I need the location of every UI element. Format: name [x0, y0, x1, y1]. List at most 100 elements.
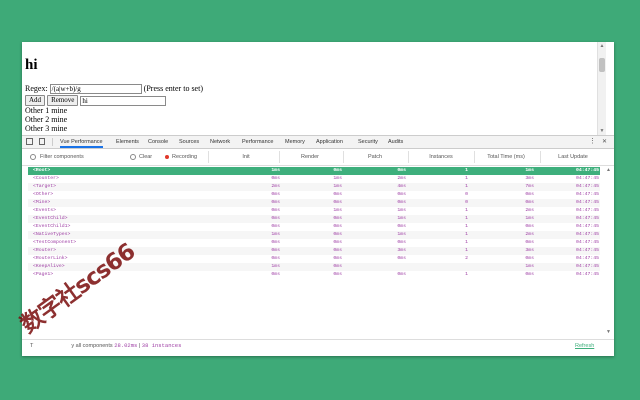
table-row[interactable]: <Counter> 0ms 1ms 2ms 1 3ms 04:47:45 [28, 175, 600, 183]
new-item-input[interactable]: hi [80, 95, 167, 106]
init-time: 1ms [271, 232, 280, 237]
tab-memory[interactable]: Memory [285, 136, 305, 148]
table-row[interactable]: <EventChild> 0ms 0ms 1ms 1 1ms 04:47:45 [28, 215, 600, 223]
recording-toggle[interactable]: Recording [165, 149, 197, 165]
total-time: 1ms [525, 216, 534, 221]
close-icon[interactable]: ✕ [602, 136, 607, 148]
add-button[interactable]: Add [25, 95, 46, 106]
table-row[interactable]: <Events> 0ms 1ms 1ms 1 2ms 04:47:45 [28, 207, 600, 215]
instance-count: 1 [465, 224, 468, 229]
column-header-init[interactable]: Init [215, 149, 277, 165]
total-time: 7ms [525, 184, 534, 189]
table-row[interactable]: <Mine> 0ms 0ms 0ms 0 0ms 04:47:45 [28, 199, 600, 207]
tab-security[interactable]: Security [358, 136, 378, 148]
scroll-down-icon[interactable]: ▼ [599, 128, 605, 134]
filter-components-input[interactable]: Filter components [30, 149, 84, 165]
render-time: 0ms [333, 216, 342, 221]
table-scrollbar[interactable]: ▲ ▼ [606, 167, 612, 337]
last-update: 04:47:45 [576, 264, 600, 269]
component-name: <Root> [33, 168, 51, 173]
component-name: <Mine> [33, 200, 51, 205]
component-name: <Page1> [33, 272, 54, 277]
perf-toolbar: Filter components Clear Recording Init R… [22, 149, 614, 166]
footer-total-time: 28.02ms [114, 342, 138, 349]
instance-count: 1 [465, 208, 468, 213]
component-name: <Other> [33, 192, 54, 197]
list-item: Other 1 mine [25, 106, 68, 115]
last-update: 04:47:45 [576, 256, 600, 261]
column-header-render[interactable]: Render [279, 149, 341, 165]
last-update: 04:47:45 [576, 272, 600, 277]
patch-time: 0ms [397, 272, 406, 277]
column-header-instances[interactable]: Instances [410, 149, 472, 165]
total-time: 0ms [525, 192, 534, 197]
tab-audits[interactable]: Audits [388, 136, 403, 148]
inspect-element-icon[interactable] [26, 138, 33, 145]
total-time: 0ms [525, 272, 534, 277]
table-row[interactable]: <Root> 1ms 0ms 0ms 1 1ms 04:47:45 [28, 167, 600, 175]
add-remove-row: Add Remove hi [25, 95, 167, 106]
instance-count: 1 [465, 176, 468, 181]
regex-input[interactable]: /(a|w+b)/g [49, 84, 142, 95]
table-row[interactable]: <Other> 0ms 0ms 0ms 0 0ms 04:47:45 [28, 191, 600, 199]
tab-elements[interactable]: Elements [116, 136, 139, 148]
tab-divider [52, 138, 53, 146]
record-icon [165, 154, 169, 159]
table-row[interactable]: <EventChild1> 0ms 0ms 0ms 1 0ms 04:47:45 [28, 223, 600, 231]
total-time: 0ms [525, 240, 534, 245]
tab-console[interactable]: Console [148, 136, 168, 148]
init-time: 0ms [271, 240, 280, 245]
device-toolbar-icon[interactable] [39, 138, 45, 145]
search-icon [30, 153, 36, 160]
regex-hint: (Press enter to set) [143, 84, 203, 93]
total-time: 1ms [525, 168, 534, 173]
render-time: 0ms [333, 256, 342, 261]
total-time: 3ms [525, 248, 534, 253]
component-name: <Target> [33, 184, 57, 189]
init-time: 2ms [271, 184, 280, 189]
total-time: 1ms [525, 264, 534, 269]
total-time: 2ms [525, 232, 534, 237]
column-header-patch[interactable]: Patch [344, 149, 406, 165]
footer-text: y all components [71, 343, 113, 349]
page-scrollbar[interactable]: ▲ ▼ [597, 42, 606, 135]
init-time: 0ms [271, 216, 280, 221]
instance-count: 2 [465, 256, 468, 261]
tab-application[interactable]: Application [316, 136, 343, 148]
total-time: 0ms [525, 224, 534, 229]
scroll-up-icon[interactable]: ▲ [606, 167, 611, 173]
instance-count: 0 [465, 200, 468, 205]
remove-button[interactable]: Remove [47, 95, 79, 106]
patch-time: 0ms [397, 168, 406, 173]
scrollbar-thumb[interactable] [599, 58, 605, 72]
component-name: <Events> [33, 208, 57, 213]
regex-label: Regex: [25, 84, 48, 93]
tab-network[interactable]: Network [210, 136, 230, 148]
clear-button[interactable]: Clear [130, 149, 152, 165]
tab-vue-performance[interactable]: Vue Performance [60, 136, 103, 148]
clear-icon [130, 153, 136, 160]
browser-window: hi Regex: /(a|w+b)/g (Press enter to set… [22, 42, 614, 356]
column-header-last-update[interactable]: Last Update [542, 149, 604, 165]
refresh-link[interactable]: Refresh [575, 340, 594, 352]
render-time: 0ms [333, 200, 342, 205]
last-update: 04:47:45 [576, 248, 600, 253]
patch-time: 1ms [397, 232, 406, 237]
patch-time: 0ms [397, 192, 406, 197]
tab-sources[interactable]: Sources [179, 136, 199, 148]
instance-count: 1 [465, 240, 468, 245]
scroll-up-icon[interactable]: ▲ [599, 43, 605, 49]
render-time: 1ms [333, 184, 342, 189]
list-item: Other 3 mine [25, 124, 68, 133]
more-options-icon[interactable]: ⋮ [589, 136, 596, 148]
column-header-total-time[interactable]: Total Time (ms) [475, 149, 537, 165]
scroll-down-icon[interactable]: ▼ [606, 329, 611, 335]
component-name: <RouterLink> [33, 256, 68, 261]
footer-summary: Ty all components 28.02ms | 38 instances [30, 342, 182, 349]
table-row[interactable]: <Target> 2ms 1ms 4ms 1 7ms 04:47:45 [28, 183, 600, 191]
toolbar-divider [540, 151, 541, 163]
init-time: 0ms [271, 208, 280, 213]
init-time: 1ms [271, 168, 280, 173]
tab-performance[interactable]: Performance [242, 136, 274, 148]
init-time: 0ms [271, 192, 280, 197]
